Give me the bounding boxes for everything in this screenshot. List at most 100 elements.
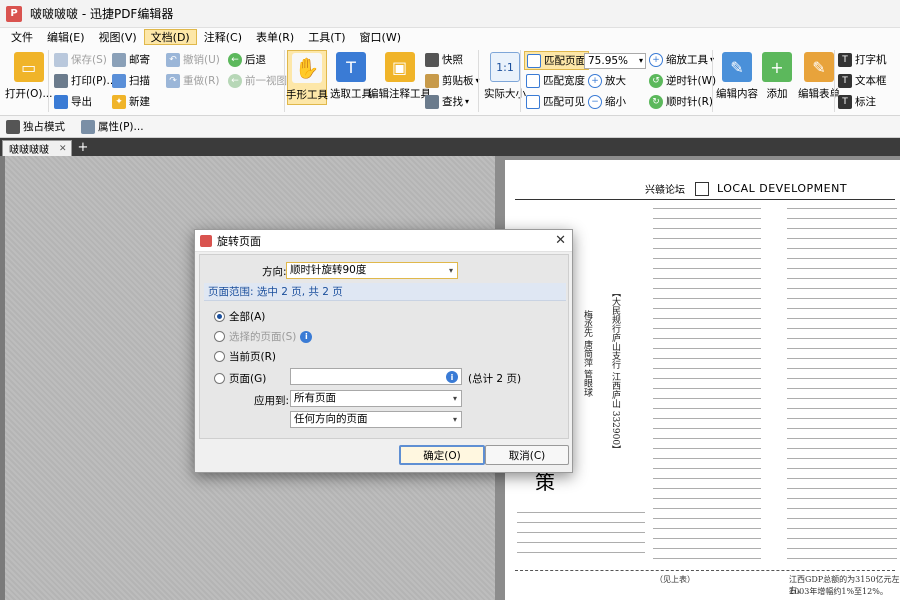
snapshot-button[interactable]: 快照 (425, 52, 463, 67)
direction-value: 顺时针旋转90度 (290, 264, 367, 276)
properties-button[interactable]: 属性(P)... (81, 119, 144, 134)
rotate-ccw-button[interactable]: ↺ 逆时针(W) (649, 73, 716, 88)
radio-all-label: 全部(A) (229, 311, 266, 323)
menu-document[interactable]: 文档(D) (143, 29, 197, 45)
edit-annot-tool-button[interactable]: ▣ 编辑注释工具 (368, 52, 431, 101)
orientation-select[interactable]: 任何方向的页面 ▾ (290, 411, 462, 428)
fit-page-icon (527, 53, 541, 68)
radio-current-page[interactable]: 当前页(R) (214, 349, 276, 364)
menu-window[interactable]: 窗口(W) (353, 29, 408, 45)
text-cursor-icon: T (336, 52, 366, 82)
fit-visible-icon (526, 94, 540, 109)
select-tool-label: 选取工具 (330, 88, 372, 100)
print-button[interactable]: 打印(P)... (54, 73, 117, 88)
rotate-cw-button[interactable]: ↻ 顺时针(R) (649, 94, 713, 109)
secondary-toolbar: 独占模式 属性(P)... (0, 116, 900, 138)
typewriter-button[interactable]: T 打字机 (838, 52, 887, 67)
callout-label: 标注 (855, 96, 876, 108)
info-icon: i (446, 371, 458, 383)
export-button[interactable]: 导出 (54, 94, 92, 109)
fit-width-button[interactable]: 匹配宽度 (526, 73, 585, 88)
exclusive-mode-button[interactable]: 独占模式 (6, 119, 65, 134)
radio-selected-pages[interactable]: 选择的页面(S) i (214, 329, 313, 344)
close-icon[interactable]: ✕ (555, 233, 566, 248)
dialog-body: 方向: 顺时针旋转90度 ▾ 页面范围: 选中 2 页, 共 2 页 全部(A)… (199, 254, 569, 439)
menu-file[interactable]: 文件 (4, 29, 40, 45)
zoom-in-label: 放大 (605, 75, 626, 87)
clipboard-button[interactable]: 剪贴板 ▾ (425, 73, 480, 88)
apply-to-select[interactable]: 所有页面 ▾ (290, 390, 462, 407)
menu-bar: 文件 编辑(E) 视图(V) 文档(D) 注释(C) 表单(R) 工具(T) 窗… (0, 28, 900, 46)
window-title: 啵啵啵啵 - 迅捷PDF编辑器 (30, 7, 174, 21)
email-button[interactable]: 邮寄 (112, 52, 150, 67)
menu-tools[interactable]: 工具(T) (301, 29, 352, 45)
zoom-out-button[interactable]: − 缩小 (588, 94, 626, 109)
callout-icon: T (838, 94, 852, 109)
radio-button[interactable] (214, 331, 225, 342)
new-button[interactable]: ✦ 新建 (112, 94, 150, 109)
document-tab[interactable]: 啵啵啵啵 ✕ (2, 140, 72, 156)
fit-visible-button[interactable]: 匹配可见 (526, 94, 585, 109)
close-tab-icon[interactable]: ✕ (59, 144, 67, 154)
star-new-icon: ✦ (112, 94, 126, 109)
prev-view-button[interactable]: ← 前一视图 (228, 73, 287, 88)
zoom-tool-button[interactable]: + 缩放工具 ▾ (649, 52, 714, 67)
snapshot-label: 快照 (442, 54, 463, 66)
fit-page-label: 匹配页面 (544, 55, 586, 67)
orientation-value: 任何方向的页面 (294, 413, 368, 425)
page-header-right: LOCAL DEVELOPMENT (717, 182, 848, 195)
export-icon (54, 94, 68, 109)
add-button[interactable]: + 添加 (762, 52, 792, 101)
undo-button[interactable]: ↶ 撤销(U) (166, 52, 220, 67)
journal-logo-icon (695, 181, 709, 196)
clipboard-label: 剪贴板 (442, 75, 474, 87)
textbox-label: 文本框 (855, 75, 887, 87)
title-bar: P 啵啵啵啵 - 迅捷PDF编辑器 (0, 0, 900, 28)
menu-edit[interactable]: 编辑(E) (40, 29, 92, 45)
zoom-in-button[interactable]: + 放大 (588, 73, 626, 88)
undo-label: 撤销(U) (183, 54, 220, 66)
menu-view[interactable]: 视图(V) (92, 29, 144, 45)
document-tab-label: 啵啵啵啵 (9, 145, 49, 156)
back-button[interactable]: ← 后退 (228, 52, 266, 67)
printer-icon (54, 73, 68, 88)
edit-content-button[interactable]: ✎ 编辑内容 (716, 52, 758, 101)
menu-comment[interactable]: 注释(C) (197, 29, 249, 45)
radio-button[interactable] (214, 351, 225, 362)
cancel-button[interactable]: 取消(C) (485, 445, 569, 465)
radio-button[interactable] (214, 373, 225, 384)
chevron-down-icon: ▾ (465, 97, 470, 106)
save-button[interactable]: 保存(S) (54, 52, 107, 67)
direction-select[interactable]: 顺时针旋转90度 ▾ (286, 262, 458, 279)
typewriter-icon: T (838, 52, 852, 67)
radio-pages[interactable]: 页面(G) (214, 371, 266, 386)
find-button[interactable]: 查找 ▾ (425, 94, 469, 109)
page-header-left: 兴赣论坛 (645, 185, 685, 196)
chevron-down-icon: ▾ (448, 266, 453, 275)
dialog-title-bar[interactable]: 旋转页面 ✕ (195, 230, 572, 252)
add-tab-icon[interactable]: + (78, 140, 89, 156)
textbox-button[interactable]: T 文本框 (838, 73, 887, 88)
zoom-out-icon: − (588, 94, 602, 109)
properties-icon (81, 119, 95, 134)
open-button[interactable]: ▭ 打开(O)... (5, 52, 52, 101)
menu-form[interactable]: 表单(R) (249, 29, 301, 45)
pages-input[interactable]: i (290, 368, 462, 385)
radio-button[interactable] (214, 311, 225, 322)
select-tool-button[interactable]: T 选取工具 (330, 52, 372, 101)
redo-button[interactable]: ↷ 重做(R) (166, 73, 220, 88)
callout-button[interactable]: T 标注 (838, 94, 876, 109)
back-label: 后退 (245, 54, 266, 66)
actual-size-icon: 1:1 (490, 52, 520, 82)
exclusive-mode-icon (6, 119, 20, 134)
author-names: 梅丞先 唐简萍 管眼球 (582, 310, 592, 397)
scan-button[interactable]: 扫描 (112, 73, 150, 88)
zoom-select[interactable]: 75.95% ▾ (584, 53, 646, 69)
apply-to-row: 应用到: (254, 393, 289, 408)
ok-button[interactable]: 确定(O) (399, 445, 485, 465)
radio-all[interactable]: 全部(A) (214, 309, 265, 324)
hand-tool-button[interactable]: ✋ 手形工具 (286, 50, 328, 105)
typewriter-label: 打字机 (855, 54, 887, 66)
fit-page-button[interactable]: 匹配页面 (524, 51, 589, 70)
info-icon: i (300, 330, 313, 343)
